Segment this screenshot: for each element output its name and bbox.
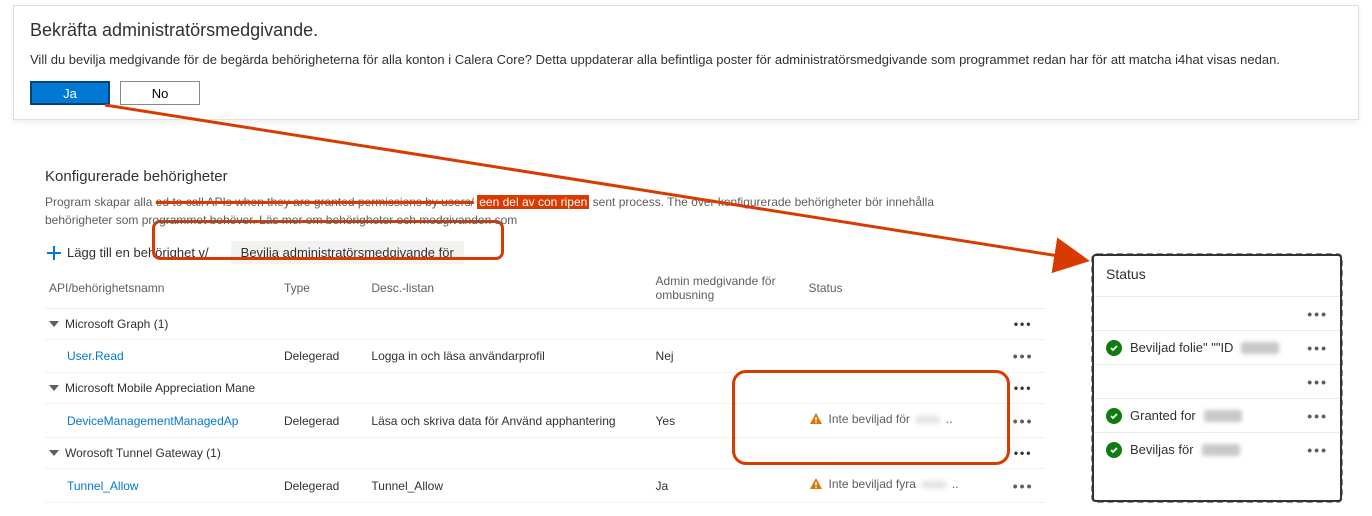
no-button[interactable]: No bbox=[120, 81, 200, 105]
desc-line-2: behörigheter som programmet behöver. Läs… bbox=[45, 213, 517, 227]
dialog-body: Vill du bevilja medgivande för de begärd… bbox=[30, 51, 1342, 69]
check-icon bbox=[1106, 408, 1122, 424]
grant-admin-consent-label: Bevilja administratörsmedgivande för bbox=[241, 245, 454, 260]
permissions-section: Konfigurerade behörigheter Program skapa… bbox=[45, 160, 1045, 503]
admin-consent-dialog: Bekräfta administratörsmedgivande. Vill … bbox=[13, 5, 1359, 120]
row-actions-button[interactable]: ••• bbox=[1001, 438, 1045, 469]
status-row: Beviljas för ••• bbox=[1094, 432, 1340, 466]
status-warning: Inte beviljad förxxxx.. bbox=[809, 412, 953, 426]
permission-name-link[interactable]: User.Read bbox=[45, 340, 280, 373]
desc-part-b: ed to call APIs when they are granted pe… bbox=[156, 195, 474, 209]
grant-admin-consent-button[interactable]: Bevilja administratörsmedgivande för bbox=[231, 241, 464, 264]
permission-status: Inte beviljad fyraxxxx.. bbox=[805, 469, 1002, 503]
row-actions-button[interactable]: ••• bbox=[1001, 404, 1045, 438]
col-actions bbox=[1001, 268, 1045, 309]
status-row: Beviljad folie" ""ID ••• bbox=[1094, 330, 1340, 364]
permission-name-link[interactable]: Tunnel_Allow bbox=[45, 469, 280, 503]
table-group-row[interactable]: Microsoft Mobile Appreciation Mane••• bbox=[45, 373, 1045, 404]
permissions-toolbar: Lägg till en behörighet v/ Bevilja admin… bbox=[45, 241, 1045, 264]
check-icon bbox=[1106, 442, 1122, 458]
status-panel-heading: Status bbox=[1094, 256, 1340, 296]
chevron-down-icon bbox=[49, 385, 59, 391]
plus-icon bbox=[47, 246, 61, 260]
permission-status: Inte beviljad förxxxx.. bbox=[805, 404, 1002, 438]
section-description: Program skapar alla ed to call APIs when… bbox=[45, 193, 1045, 229]
table-group-row[interactable]: Worosoft Tunnel Gateway (1)••• bbox=[45, 438, 1045, 469]
permission-status bbox=[805, 340, 1002, 373]
col-status: Status bbox=[805, 268, 1002, 309]
table-row: Tunnel_AllowDelegeradTunnel_AllowJaInte … bbox=[45, 469, 1045, 503]
chevron-down-icon bbox=[49, 321, 59, 327]
permission-admin: Yes bbox=[652, 404, 805, 438]
status-row: Granted for ••• bbox=[1094, 398, 1340, 432]
row-actions-button[interactable]: ••• bbox=[1001, 373, 1045, 404]
permission-admin: Nej bbox=[652, 340, 805, 373]
dialog-title: Bekräfta administratörsmedgivande. bbox=[30, 20, 1342, 41]
masked-text bbox=[1202, 444, 1240, 456]
dialog-buttons: Ja No bbox=[30, 81, 1342, 105]
section-heading: Konfigurerade behörigheter bbox=[45, 168, 1045, 185]
col-admin: Admin medgivande för ombusning bbox=[652, 268, 805, 309]
row-actions-button[interactable]: ••• bbox=[1001, 340, 1045, 373]
permission-desc: Läsa och skriva data för Använd apphante… bbox=[367, 404, 651, 438]
masked-text bbox=[1241, 342, 1279, 354]
add-permission-button[interactable]: Lägg till en behörighet v/ bbox=[45, 241, 211, 264]
permission-type: Delegerad bbox=[280, 404, 367, 438]
permissions-table: API/behörighetsnamn Type Desc.-listan Ad… bbox=[45, 268, 1045, 503]
row-actions-button[interactable]: ••• bbox=[1307, 306, 1328, 322]
permission-desc: Tunnel_Allow bbox=[367, 469, 651, 503]
desc-part-d: sent process. The över konfigurerade beh… bbox=[593, 195, 934, 209]
row-actions-button[interactable]: ••• bbox=[1001, 469, 1045, 503]
status-panel: Status •••Beviljad folie" ""ID ••••••Gra… bbox=[1092, 254, 1342, 502]
col-api: API/behörighetsnamn bbox=[45, 268, 280, 309]
row-actions-button[interactable]: ••• bbox=[1001, 309, 1045, 340]
status-row: ••• bbox=[1094, 364, 1340, 398]
desc-part-c: een del av con ripen bbox=[477, 195, 589, 209]
row-actions-button[interactable]: ••• bbox=[1307, 442, 1328, 458]
status-text: Beviljas för bbox=[1130, 442, 1194, 457]
row-actions-button[interactable]: ••• bbox=[1307, 374, 1328, 390]
permission-name-link[interactable]: DeviceManagementManagedAp bbox=[45, 404, 280, 438]
permission-type: Delegerad bbox=[280, 469, 367, 503]
permission-desc: Logga in och läsa användarprofil bbox=[367, 340, 651, 373]
table-group-row[interactable]: Microsoft Graph (1)••• bbox=[45, 309, 1045, 340]
status-text: Granted for bbox=[1130, 408, 1196, 423]
table-header-row: API/behörighetsnamn Type Desc.-listan Ad… bbox=[45, 268, 1045, 309]
add-permission-label: Lägg till en behörighet v/ bbox=[67, 245, 209, 260]
status-text: Beviljad folie" ""ID bbox=[1130, 340, 1233, 355]
table-row: DeviceManagementManagedApDelegeradLäsa o… bbox=[45, 404, 1045, 438]
col-type: Type bbox=[280, 268, 367, 309]
permission-admin: Ja bbox=[652, 469, 805, 503]
status-warning: Inte beviljad fyraxxxx.. bbox=[809, 477, 959, 491]
desc-part-a: Program skapar alla bbox=[45, 195, 152, 209]
status-row: ••• bbox=[1094, 296, 1340, 330]
masked-text bbox=[1204, 410, 1242, 422]
yes-button[interactable]: Ja bbox=[30, 81, 110, 105]
chevron-down-icon bbox=[49, 450, 59, 456]
permission-type: Delegerad bbox=[280, 340, 367, 373]
row-actions-button[interactable]: ••• bbox=[1307, 340, 1328, 356]
col-desc: Desc.-listan bbox=[367, 268, 651, 309]
row-actions-button[interactable]: ••• bbox=[1307, 408, 1328, 424]
table-row: User.ReadDelegeradLogga in och läsa anvä… bbox=[45, 340, 1045, 373]
check-icon bbox=[1106, 340, 1122, 356]
